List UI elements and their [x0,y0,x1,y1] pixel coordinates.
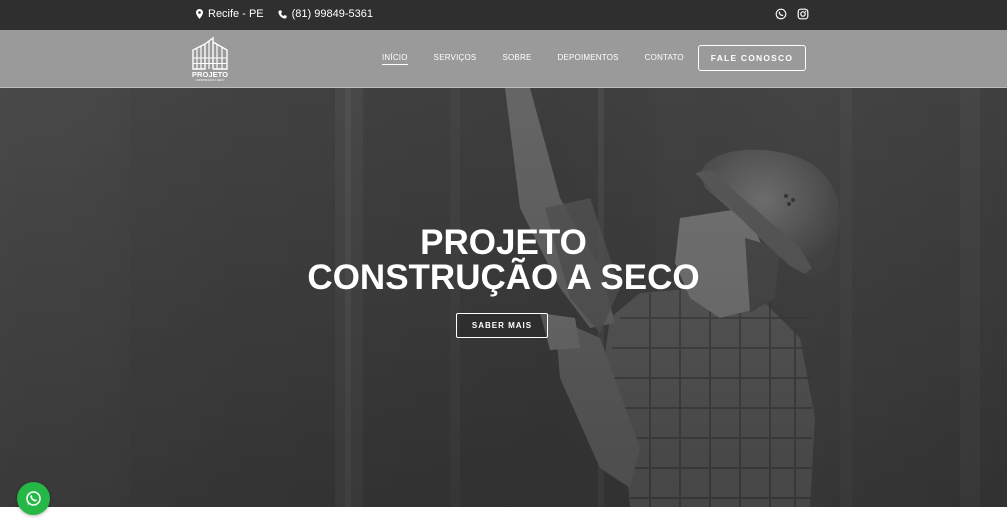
logo[interactable]: PROJETO CONSTRUÇÃO A SECO [189,36,231,82]
next-section-edge [0,507,1007,518]
whatsapp-icon [26,491,41,506]
saber-mais-button[interactable]: SABER MAIS [456,313,548,338]
phone-icon [278,9,287,19]
hero-title-line1: PROJETO [420,223,587,262]
whatsapp-float-button[interactable] [17,482,50,515]
main-header: PROJETO CONSTRUÇÃO A SECO INÍCIO SERVIÇO… [0,30,1007,88]
nav-item-contato[interactable]: CONTATO [645,53,684,65]
fale-conosco-button[interactable]: FALE CONOSCO [698,45,806,71]
map-pin-icon [196,9,203,19]
instagram-icon[interactable] [797,8,809,20]
nav-item-depoimentos[interactable]: DEPOIMENTOS [557,53,618,65]
main-nav: INÍCIO SERVIÇOS SOBRE DEPOIMENTOS CONTAT… [382,53,684,65]
logo-text: PROJETO [192,70,228,79]
top-bar: Recife - PE (81) 99849-5361 [0,0,1007,30]
contact-info: Recife - PE (81) 99849-5361 [196,8,373,20]
hero-title-line2: CONSTRUÇÃO A SECO [307,258,700,297]
hero-section: PROJETO CONSTRUÇÃO A SECO SABER MAIS [0,88,1007,507]
hero-background-image [0,88,1007,507]
nav-item-servicos[interactable]: SERVIÇOS [434,53,477,65]
hero-title: PROJETO CONSTRUÇÃO A SECO [0,225,1007,295]
phone-item[interactable]: (81) 99849-5361 [278,8,373,20]
location-item: Recife - PE [196,8,264,20]
location-text: Recife - PE [208,8,264,20]
nav-item-sobre[interactable]: SOBRE [502,53,531,65]
social-links [775,8,809,20]
phone-text[interactable]: (81) 99849-5361 [292,8,373,20]
page: Recife - PE (81) 99849-5361 PROJETO CONS… [0,0,1007,518]
nav-item-inicio[interactable]: INÍCIO [382,53,408,65]
whatsapp-icon[interactable] [775,8,787,20]
